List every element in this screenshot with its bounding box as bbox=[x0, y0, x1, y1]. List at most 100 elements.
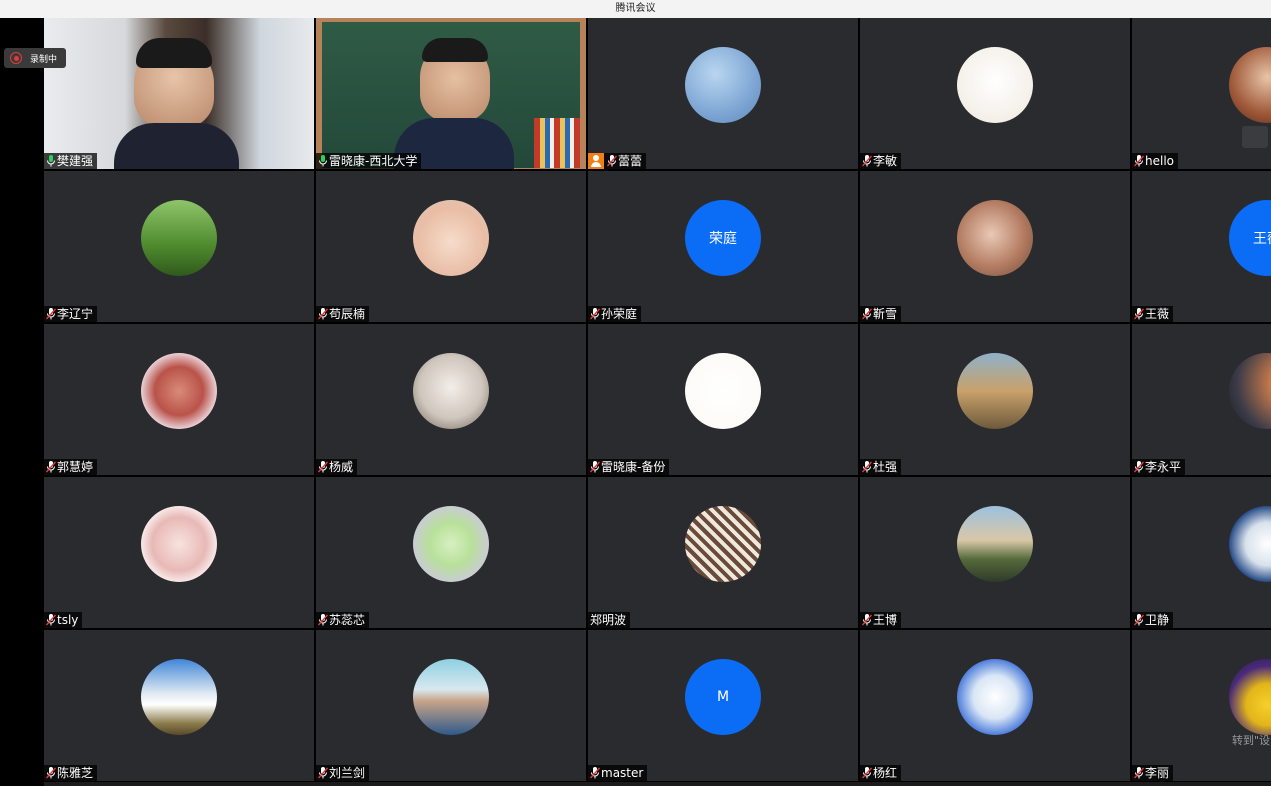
mic-muted-icon bbox=[589, 308, 601, 320]
participant-tile[interactable]: 苏蕊芯 bbox=[316, 477, 586, 628]
participant-tile[interactable]: 杨威 bbox=[316, 324, 586, 475]
avatar bbox=[413, 659, 489, 735]
participant-name: 李辽宁 bbox=[57, 307, 94, 321]
mic-muted-icon bbox=[606, 155, 618, 167]
avatar bbox=[957, 659, 1033, 735]
participant-tile[interactable]: 雷晓康-西北大学 bbox=[316, 18, 586, 169]
participant-name-label: 陈雅芝 bbox=[44, 765, 98, 781]
participant-tile[interactable]: 雷晓康-备份 bbox=[588, 324, 858, 475]
mic-muted-icon bbox=[317, 767, 329, 779]
mic-muted-icon bbox=[861, 308, 873, 320]
participant-name-label: 郭慧婷 bbox=[44, 459, 98, 475]
participant-name-label: 杜强 bbox=[860, 459, 902, 475]
participant-name-label: 王薇 bbox=[1132, 306, 1174, 322]
mic-muted-icon bbox=[589, 767, 601, 779]
mic-toggle-button[interactable] bbox=[1242, 126, 1268, 158]
participant-name-label: 卫静 bbox=[1132, 612, 1174, 628]
mic-muted-icon bbox=[1133, 614, 1145, 626]
avatar bbox=[957, 353, 1033, 429]
participant-tile[interactable]: 李永平 bbox=[1132, 324, 1271, 475]
participant-name-label: 雷晓康-西北大学 bbox=[316, 153, 422, 169]
avatar bbox=[957, 47, 1033, 123]
mic-on-icon bbox=[46, 155, 56, 167]
participant-name: 樊建强 bbox=[57, 154, 94, 168]
participant-name: 李永平 bbox=[1145, 460, 1182, 474]
participant-name-label: 杨红 bbox=[860, 765, 902, 781]
avatar bbox=[141, 200, 217, 276]
participant-tile[interactable]: Mmaster bbox=[588, 630, 858, 781]
mic-muted-icon bbox=[861, 155, 873, 167]
participant-tile[interactable]: tsly bbox=[44, 477, 314, 628]
participant-tile[interactable]: 樊建强 bbox=[44, 18, 314, 169]
participant-name-label: 李敏 bbox=[860, 153, 902, 169]
participant-name-label: 樊建强 bbox=[44, 153, 98, 169]
avatar bbox=[685, 353, 761, 429]
mic-muted-icon bbox=[317, 461, 329, 473]
avatar bbox=[1229, 353, 1271, 429]
avatar bbox=[413, 200, 489, 276]
mic-muted-icon bbox=[1133, 767, 1145, 779]
participant-tile[interactable]: 郑明波 bbox=[588, 477, 858, 628]
participant-tile[interactable]: 卫静 bbox=[1132, 477, 1271, 628]
participant-tile[interactable]: 蕾蕾 bbox=[588, 18, 858, 169]
participant-tile[interactable]: 苟辰楠 bbox=[316, 171, 586, 322]
participant-tile[interactable]: 李丽 转到"设 bbox=[1132, 630, 1271, 781]
mic-muted-icon bbox=[861, 461, 873, 473]
mic-muted-icon bbox=[1133, 461, 1145, 473]
mic-muted-icon bbox=[45, 308, 57, 320]
mic-muted-icon bbox=[1133, 308, 1145, 320]
avatar: M bbox=[685, 659, 761, 735]
participant-tile[interactable]: 王博 bbox=[860, 477, 1130, 628]
participant-tile[interactable]: 陈雅芝 bbox=[44, 630, 314, 781]
participant-name-label: 杨威 bbox=[316, 459, 358, 475]
mic-muted-icon bbox=[45, 614, 57, 626]
participant-tile[interactable]: hello bbox=[1132, 18, 1271, 169]
participant-name: 苏蕊芯 bbox=[329, 613, 366, 627]
participant-tile[interactable]: 荣庭 孙荣庭 bbox=[588, 171, 858, 322]
participant-tile[interactable]: 刘兰剑 bbox=[316, 630, 586, 781]
participant-name-label: 靳雪 bbox=[860, 306, 902, 322]
participant-name: hello bbox=[1145, 154, 1174, 168]
participant-name-label: 雷晓康-备份 bbox=[588, 459, 670, 475]
host-icon bbox=[588, 153, 604, 169]
participant-name: 王博 bbox=[873, 613, 898, 627]
mic-muted-icon bbox=[45, 461, 57, 473]
participant-name: tsly bbox=[57, 613, 79, 627]
participant-name: 王薇 bbox=[1145, 307, 1170, 321]
mic-muted-icon bbox=[861, 614, 873, 626]
avatar bbox=[685, 506, 761, 582]
participant-name: 杨红 bbox=[873, 766, 898, 780]
participant-tile[interactable]: 靳雪 bbox=[860, 171, 1130, 322]
avatar bbox=[413, 353, 489, 429]
participant-name: 雷晓康-西北大学 bbox=[329, 154, 418, 168]
participant-tile[interactable]: 王薇王薇 bbox=[1132, 171, 1271, 322]
recording-indicator[interactable]: 录制中 bbox=[4, 48, 66, 68]
avatar: 王薇 bbox=[1229, 200, 1271, 276]
participant-name: 靳雪 bbox=[873, 307, 898, 321]
participant-name: 雷晓康-备份 bbox=[601, 460, 666, 474]
avatar bbox=[1229, 47, 1271, 123]
participant-name-label: master bbox=[588, 765, 648, 781]
participant-tile[interactable]: 杨红 bbox=[860, 630, 1130, 781]
participant-name-label: 郑明波 bbox=[588, 612, 631, 628]
participant-name: 刘兰剑 bbox=[329, 766, 366, 780]
participant-tile[interactable]: 李辽宁 bbox=[44, 171, 314, 322]
avatar bbox=[1229, 659, 1271, 735]
participant-tile[interactable]: 杜强 bbox=[860, 324, 1130, 475]
mic-on-icon bbox=[318, 155, 328, 167]
participant-name-label: 苟辰楠 bbox=[316, 306, 370, 322]
window-title: 腾讯会议 bbox=[0, 0, 1271, 18]
avatar bbox=[141, 659, 217, 735]
avatar bbox=[1229, 506, 1271, 582]
bottom-strip bbox=[44, 782, 1271, 786]
participant-tile[interactable]: 郭慧婷 bbox=[44, 324, 314, 475]
participant-name: 杜强 bbox=[873, 460, 898, 474]
avatar: 荣庭 bbox=[685, 200, 761, 276]
mic-muted-icon bbox=[45, 767, 57, 779]
mic-muted-icon bbox=[317, 308, 329, 320]
participant-tile[interactable]: 李敏 bbox=[860, 18, 1130, 169]
avatar bbox=[141, 506, 217, 582]
participant-name: 卫静 bbox=[1145, 613, 1170, 627]
recording-label: 录制中 bbox=[30, 54, 58, 65]
record-icon bbox=[10, 52, 22, 64]
